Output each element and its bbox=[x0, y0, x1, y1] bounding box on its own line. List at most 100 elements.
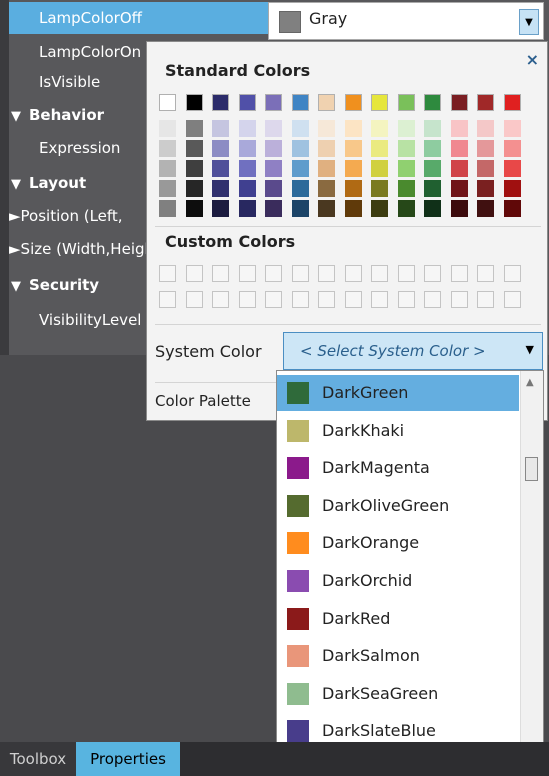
custom-color-slot[interactable] bbox=[371, 291, 388, 308]
shade-color-swatch[interactable] bbox=[398, 200, 415, 217]
shade-color-swatch[interactable] bbox=[318, 180, 335, 197]
shade-color-swatch[interactable] bbox=[292, 120, 309, 137]
property-row[interactable]: VisibilityLevel bbox=[9, 304, 146, 336]
shade-color-swatch[interactable] bbox=[504, 140, 521, 157]
scroll-up-icon[interactable]: ▲ bbox=[526, 377, 534, 388]
property-row[interactable]: LampColorOn bbox=[9, 36, 146, 68]
shade-color-swatch[interactable] bbox=[292, 140, 309, 157]
shade-color-swatch[interactable] bbox=[186, 180, 203, 197]
standard-color-swatch[interactable] bbox=[371, 94, 388, 111]
standard-color-swatch[interactable] bbox=[477, 94, 494, 111]
shade-color-swatch[interactable] bbox=[292, 160, 309, 177]
custom-color-slot[interactable] bbox=[186, 291, 203, 308]
shade-color-swatch[interactable] bbox=[451, 160, 468, 177]
shade-color-swatch[interactable] bbox=[212, 140, 229, 157]
shade-color-swatch[interactable] bbox=[398, 180, 415, 197]
custom-color-slot[interactable] bbox=[424, 265, 441, 282]
shade-color-swatch[interactable] bbox=[371, 160, 388, 177]
shade-color-swatch[interactable] bbox=[345, 160, 362, 177]
shade-color-swatch[interactable] bbox=[212, 200, 229, 217]
custom-color-slot[interactable] bbox=[451, 265, 468, 282]
shade-color-swatch[interactable] bbox=[424, 120, 441, 137]
standard-color-swatch[interactable] bbox=[212, 94, 229, 111]
custom-color-slot[interactable] bbox=[371, 265, 388, 282]
shade-color-swatch[interactable] bbox=[504, 160, 521, 177]
shade-color-swatch[interactable] bbox=[371, 200, 388, 217]
custom-color-slot[interactable] bbox=[504, 291, 521, 308]
tab-toolbox[interactable]: Toolbox bbox=[0, 742, 76, 776]
shade-color-swatch[interactable] bbox=[398, 160, 415, 177]
standard-color-swatch[interactable] bbox=[292, 94, 309, 111]
system-color-option[interactable]: DarkOrchid bbox=[277, 563, 519, 599]
custom-color-slot[interactable] bbox=[398, 265, 415, 282]
collapse-triangle-icon[interactable]: ▼ bbox=[9, 169, 29, 199]
color-palette-tab[interactable]: Color Palette bbox=[155, 392, 251, 410]
system-color-select[interactable]: < Select System Color > ▼ bbox=[283, 332, 543, 370]
property-row[interactable]: IsVisible bbox=[9, 66, 146, 98]
shade-color-swatch[interactable] bbox=[371, 120, 388, 137]
dropdown-scrollbar[interactable]: ▲ ▼ bbox=[520, 371, 543, 759]
custom-color-slot[interactable] bbox=[477, 291, 494, 308]
standard-color-swatch[interactable] bbox=[318, 94, 335, 111]
custom-color-slot[interactable] bbox=[265, 291, 282, 308]
custom-color-slot[interactable] bbox=[424, 291, 441, 308]
shade-color-swatch[interactable] bbox=[186, 120, 203, 137]
close-icon[interactable]: × bbox=[526, 50, 539, 69]
custom-color-slot[interactable] bbox=[292, 291, 309, 308]
shade-color-swatch[interactable] bbox=[159, 120, 176, 137]
shade-color-swatch[interactable] bbox=[212, 160, 229, 177]
category-row[interactable]: ▼ Layout bbox=[9, 167, 146, 199]
standard-color-swatch[interactable] bbox=[345, 94, 362, 111]
shade-color-swatch[interactable] bbox=[292, 200, 309, 217]
shade-color-swatch[interactable] bbox=[159, 160, 176, 177]
shade-color-swatch[interactable] bbox=[345, 180, 362, 197]
shade-color-swatch[interactable] bbox=[186, 160, 203, 177]
shade-color-swatch[interactable] bbox=[451, 200, 468, 217]
custom-color-slot[interactable] bbox=[345, 291, 362, 308]
custom-color-slot[interactable] bbox=[159, 265, 176, 282]
custom-color-slot[interactable] bbox=[212, 291, 229, 308]
shade-color-swatch[interactable] bbox=[345, 140, 362, 157]
shade-color-swatch[interactable] bbox=[477, 140, 494, 157]
system-color-option[interactable]: DarkGreen bbox=[277, 375, 519, 411]
shade-color-swatch[interactable] bbox=[424, 200, 441, 217]
shade-color-swatch[interactable] bbox=[424, 180, 441, 197]
shade-color-swatch[interactable] bbox=[186, 140, 203, 157]
shade-color-swatch[interactable] bbox=[318, 160, 335, 177]
system-color-option[interactable]: DarkOrange bbox=[277, 525, 519, 561]
shade-color-swatch[interactable] bbox=[477, 200, 494, 217]
custom-color-slot[interactable] bbox=[212, 265, 229, 282]
subcategory-row[interactable]: ►Size (Width,Height) bbox=[9, 233, 146, 265]
subcategory-row[interactable]: ►Position (Left, bbox=[9, 200, 146, 232]
shade-color-swatch[interactable] bbox=[345, 120, 362, 137]
custom-color-slot[interactable] bbox=[318, 291, 335, 308]
standard-color-swatch[interactable] bbox=[424, 94, 441, 111]
property-row[interactable]: Expression bbox=[9, 132, 146, 164]
standard-color-swatch[interactable] bbox=[239, 94, 256, 111]
shade-color-swatch[interactable] bbox=[398, 140, 415, 157]
system-color-option[interactable]: DarkMagenta bbox=[277, 450, 519, 486]
shade-color-swatch[interactable] bbox=[212, 180, 229, 197]
shade-color-swatch[interactable] bbox=[398, 120, 415, 137]
shade-color-swatch[interactable] bbox=[371, 180, 388, 197]
shade-color-swatch[interactable] bbox=[212, 120, 229, 137]
shade-color-swatch[interactable] bbox=[265, 180, 282, 197]
shade-color-swatch[interactable] bbox=[424, 160, 441, 177]
standard-color-swatch[interactable] bbox=[265, 94, 282, 111]
system-color-option[interactable]: DarkRed bbox=[277, 601, 519, 637]
shade-color-swatch[interactable] bbox=[504, 180, 521, 197]
category-row[interactable]: ▼ Security bbox=[9, 269, 146, 301]
shade-color-swatch[interactable] bbox=[371, 140, 388, 157]
shade-color-swatch[interactable] bbox=[477, 160, 494, 177]
shade-color-swatch[interactable] bbox=[239, 140, 256, 157]
shade-color-swatch[interactable] bbox=[159, 140, 176, 157]
shade-color-swatch[interactable] bbox=[239, 200, 256, 217]
system-color-option[interactable]: DarkSeaGreen bbox=[277, 676, 519, 712]
collapse-triangle-icon[interactable]: ▼ bbox=[9, 101, 29, 131]
custom-color-slot[interactable] bbox=[318, 265, 335, 282]
standard-color-swatch[interactable] bbox=[186, 94, 203, 111]
expand-triangle-icon[interactable]: ► bbox=[9, 240, 21, 258]
shade-color-swatch[interactable] bbox=[159, 180, 176, 197]
custom-color-slot[interactable] bbox=[239, 265, 256, 282]
custom-color-slot[interactable] bbox=[159, 291, 176, 308]
